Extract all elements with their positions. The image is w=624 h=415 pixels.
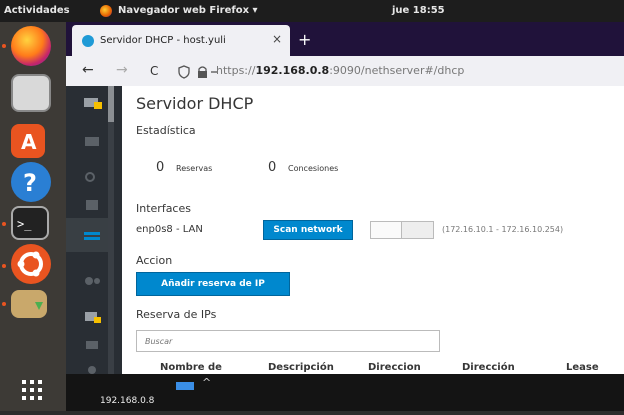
applications-icon[interactable] [82,310,104,324]
dhcp-page: Servidor DHCP Estadística 0 Reservas 0 C… [122,86,624,374]
active-indicator [2,302,6,306]
column-header[interactable]: Dirección [462,362,515,373]
app-menu[interactable]: Navegador web Firefox ▾ [118,5,258,16]
column-header[interactable]: Descripción [268,362,334,373]
navigation-bar: ← → C https://192.168.0.8:9090/nethserve… [66,56,624,87]
cockpit-favicon-icon [82,35,94,47]
users-icon[interactable] [82,134,104,148]
add-reservation-button[interactable]: Añadir reserva de IP [136,272,290,296]
tab-strip: Servidor DHCP - host.yuli × + [66,22,624,56]
terminal-prompt-icon: >_ [17,217,32,231]
clock[interactable]: jue 18:55 [392,5,445,16]
interface-name: enp0s8 - LAN [136,224,203,235]
scan-network-button[interactable]: Scan network [263,220,353,240]
interfaces-heading: Interfaces [136,202,191,215]
url-prefix: https:// [216,64,256,77]
interface-toggle[interactable] [370,221,434,239]
search-input[interactable] [136,330,440,352]
network-icon[interactable] [82,170,104,184]
active-indicator [2,264,6,268]
tab-title: Servidor DHCP - host.yuli [100,35,226,46]
dashboard-icon[interactable] [82,96,104,110]
bottom-bar: ^ 192.168.0.8 [66,374,624,411]
page-title: Servidor DHCP [136,94,254,113]
back-button[interactable]: ← [82,62,94,78]
ubuntu-icon[interactable] [11,244,51,284]
activities-button[interactable]: Actividades [4,5,70,16]
download-arrow-icon [35,302,43,310]
url-host: 192.168.0.8 [255,64,330,77]
active-indicator [2,44,6,48]
url-path: :9090/nethserver#/dhcp [329,64,465,77]
services-icon[interactable] [82,274,104,288]
active-indicator [2,222,6,226]
archive-icon[interactable] [11,290,47,318]
sidebar-item-dhcp-active[interactable] [66,218,108,252]
concesiones-label: Concesiones [288,164,339,173]
toggle-handle[interactable] [371,222,402,238]
firefox-icon[interactable] [11,26,51,66]
svg-text:A: A [21,130,37,154]
column-header[interactable]: Lease [566,362,599,373]
reservas-label: Reservas [176,164,213,173]
reservas-count: 0 [156,160,165,175]
sidebar-scrollbar-thumb[interactable] [108,86,114,122]
top-bar: Actividades Navegador web Firefox ▾ jue … [0,0,624,22]
tab-close-icon[interactable]: × [272,32,282,46]
network-drive-icon [176,382,194,390]
new-tab-button[interactable]: + [298,30,311,49]
storage-icon[interactable] [82,198,104,212]
sidebar-scrollbar[interactable] [108,86,114,374]
files-icon[interactable] [11,74,51,112]
interface-range: (172.16.10.1 - 172.16.10.254) [442,225,564,234]
cockpit-sidebar [66,86,122,374]
svg-text:>_: >_ [17,217,32,231]
store-a-icon: A [21,130,37,154]
column-header[interactable]: Direccion [368,362,421,373]
software-icon[interactable] [82,338,104,352]
ip-address-label: 192.168.0.8 [100,396,155,406]
software-center-icon[interactable]: A [11,124,45,158]
dhcp-icon [84,232,100,240]
dock: A ? >_ [0,22,66,411]
app-grid-icon [22,380,42,400]
security-icons [178,65,218,79]
question-mark-icon: ? [23,169,37,197]
show-applications-button[interactable] [0,374,66,411]
action-heading: Accion [136,254,173,267]
reservations-heading: Reserva de IPs [136,308,217,321]
browser-window: Servidor DHCP - host.yuli × + ← → C http… [66,22,624,374]
forward-button[interactable]: → [116,62,128,78]
column-header[interactable]: Nombre de [160,362,222,373]
firefox-mini-icon [100,5,112,17]
concesiones-count: 0 [268,160,277,175]
reload-button[interactable]: C [150,64,158,78]
ubuntu-circle-icon [17,251,43,277]
tab-servidor-dhcp[interactable]: Servidor DHCP - host.yuli × [72,25,290,56]
svg-text:?: ? [23,169,37,197]
address-bar[interactable]: https://192.168.0.8:9090/nethserver#/dhc… [216,64,464,77]
stats-heading: Estadística [136,124,196,137]
terminal-icon[interactable]: >_ [11,206,49,240]
help-icon[interactable]: ? [11,162,51,202]
expand-arrow[interactable]: ^ [202,376,211,389]
